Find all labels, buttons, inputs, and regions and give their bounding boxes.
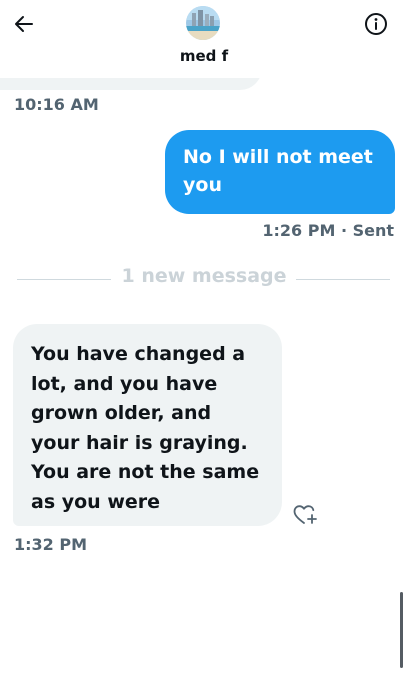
outgoing-message-bubble[interactable]: No I will not meet you [165, 130, 395, 214]
message-timestamp: 10:16 AM [14, 95, 99, 114]
message-timestamp: 1:32 PM [14, 535, 88, 554]
message-timestamp: 1:26 PM [262, 221, 336, 240]
heart-plus-icon [293, 505, 317, 524]
incoming-message-bubble[interactable]: You have changed a lot, and you have gro… [13, 324, 282, 526]
conversation-header: med f [0, 0, 408, 78]
avatar-image [186, 6, 220, 40]
new-message-divider: 1 new message [121, 265, 287, 287]
info-button[interactable] [362, 10, 390, 38]
avatar[interactable] [186, 6, 220, 40]
contact-name[interactable]: med f [0, 47, 408, 65]
info-icon [365, 13, 387, 35]
arrow-left-icon [15, 16, 33, 32]
message-status: · Sent [340, 221, 394, 240]
add-reaction-button[interactable] [292, 502, 320, 528]
message-meta: 1:26 PM · Sent [262, 221, 394, 240]
divider-line-right [296, 279, 390, 280]
scrollbar[interactable] [400, 592, 403, 668]
back-button[interactable] [10, 10, 38, 38]
